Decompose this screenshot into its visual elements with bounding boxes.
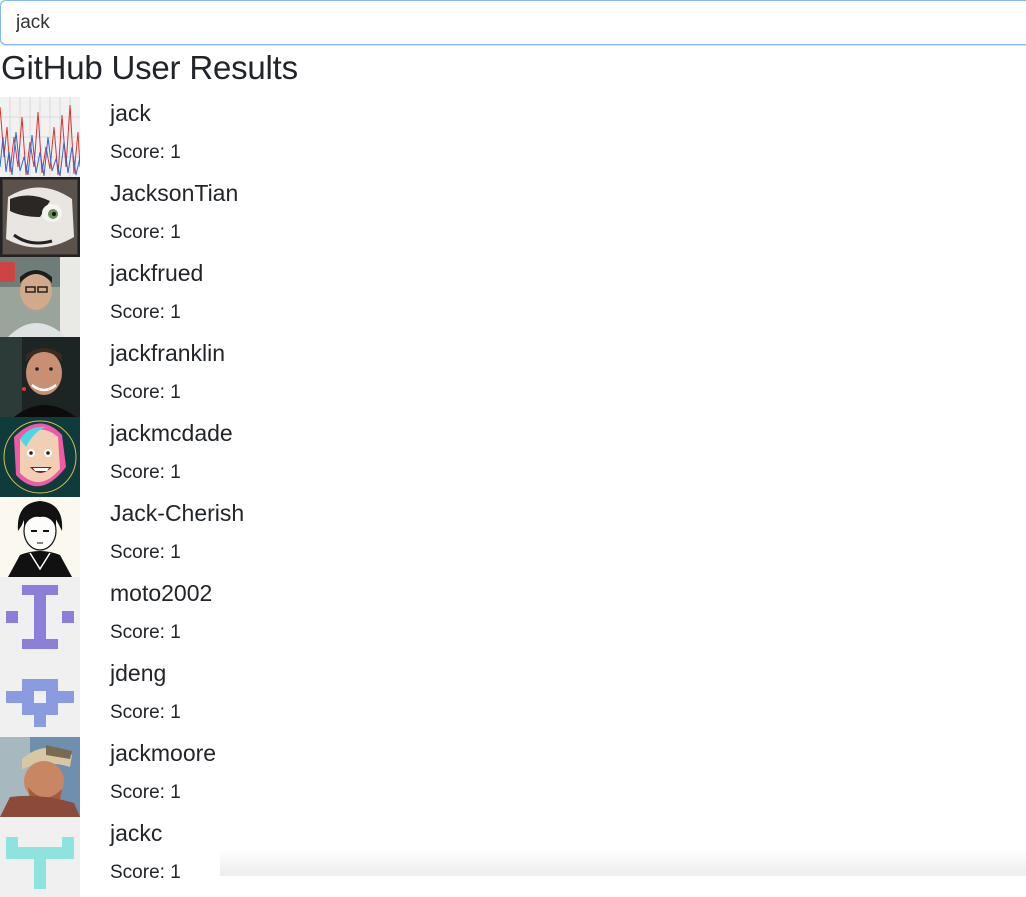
user-login[interactable]: jackfrued [110,259,203,287]
user-score: Score: 1 [110,702,181,723]
avatar[interactable] [0,817,80,897]
user-score: Score: 1 [110,862,181,883]
user-score: Score: 1 [110,222,181,243]
user-login[interactable]: jackc [110,819,162,847]
user-login[interactable]: Jack-Cherish [110,499,244,527]
list-item[interactable]: JacksonTian Score: 1 [0,177,1026,257]
user-login[interactable]: jdeng [110,659,166,687]
list-item[interactable]: jackfrued Score: 1 [0,257,1026,337]
list-item[interactable]: jackfranklin Score: 1 [0,337,1026,417]
illustrated-face-avatar-icon [0,417,80,497]
user-score: Score: 1 [110,462,181,483]
list-item[interactable]: Jack-Cherish Score: 1 [0,497,1026,577]
avatar[interactable] [0,497,80,577]
user-login[interactable]: moto2002 [110,579,212,607]
user-score: Score: 1 [110,382,181,403]
avatar[interactable] [0,97,80,177]
user-score: Score: 1 [110,782,181,803]
list-item[interactable]: jackmcdade Score: 1 [0,417,1026,497]
user-score: Score: 1 [110,542,181,563]
anime-sketch-avatar-icon [0,497,80,577]
identicon-avatar-icon [0,577,80,657]
user-score: Score: 1 [110,142,181,163]
list-item[interactable]: jackmoore Score: 1 [0,737,1026,817]
avatar[interactable] [0,177,80,257]
user-login[interactable]: jackmcdade [110,419,233,447]
user-score: Score: 1 [110,302,181,323]
user-login[interactable]: jackfranklin [110,339,225,367]
user-photo-icon [0,337,80,417]
results-list: jack Score: 1 JacksonTian Score: 1 jackf… [0,97,1026,897]
user-score: Score: 1 [110,622,181,643]
avatar[interactable] [0,657,80,737]
list-item[interactable]: jack Score: 1 [0,97,1026,177]
list-item[interactable]: jdeng Score: 1 [0,657,1026,737]
identicon-avatar-icon [0,657,80,737]
user-login[interactable]: JacksonTian [110,179,238,207]
avatar[interactable] [0,257,80,337]
chart-avatar-icon [0,97,80,177]
list-item[interactable]: jackc Score: 1 [0,817,1026,897]
avatar[interactable] [0,577,80,657]
user-login[interactable]: jack [110,99,151,127]
avatar[interactable] [0,737,80,817]
search-bar [0,0,1026,46]
page-title: GitHub User Results [1,49,298,86]
user-photo-icon [0,257,80,337]
user-photo-icon [0,737,80,817]
user-login[interactable]: jackmoore [110,739,216,767]
list-item[interactable]: moto2002 Score: 1 [0,577,1026,657]
avatar[interactable] [0,337,80,417]
search-input[interactable] [0,0,1026,45]
avatar[interactable] [0,417,80,497]
identicon-avatar-icon [0,817,80,897]
cartoon-raccoon-avatar-icon [0,177,80,257]
